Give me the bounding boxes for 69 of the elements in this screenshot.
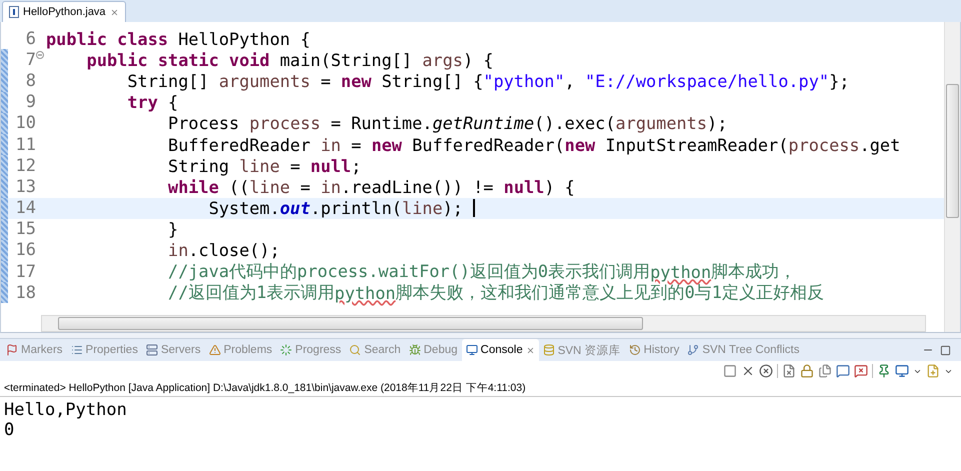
code-line: String[] arguments = new String[] {"python", "E://workspace/hello.py"}; (126, 70, 850, 91)
code-line: String line = null; (167, 156, 362, 176)
panel-tab[interactable]: Debug (404, 339, 462, 361)
code-line: } (167, 219, 178, 240)
line-number: 14 (14, 198, 36, 218)
horizontal-scrollbar[interactable] (41, 315, 926, 332)
text-cursor (473, 199, 475, 218)
history-icon (628, 344, 641, 356)
square-icon[interactable] (723, 364, 737, 378)
line-number: 18 (14, 282, 36, 303)
panel-tab[interactable]: Search (345, 339, 405, 361)
pin-icon[interactable] (877, 364, 891, 378)
monitor-icon (466, 344, 478, 356)
bug-icon (408, 344, 421, 356)
vertical-scrollbar[interactable] (944, 22, 960, 332)
close-icon[interactable] (110, 8, 119, 16)
code-line: while ((line = in.readLine()) != null) { (167, 176, 575, 197)
close-icon[interactable] (741, 364, 755, 378)
code-line: BufferedReader in = new BufferedReader(new InputStreamReader(process.get (167, 134, 900, 155)
panel-tab[interactable]: Markers (2, 339, 67, 361)
line-number: 9 (24, 92, 36, 112)
line-number: 17 (14, 262, 36, 282)
line-number: 16 (14, 240, 36, 260)
file-icon (9, 6, 19, 18)
panel-tab[interactable]: SVN Tree Conflicts (683, 339, 804, 361)
line-number: 13 (14, 176, 36, 197)
search-icon (349, 344, 362, 356)
code-line: Process process = Runtime.getRuntime().exec(arguments); (167, 113, 728, 134)
panel-tab[interactable]: Servers (142, 339, 205, 361)
line-number: 10 (14, 113, 36, 134)
code-line: public static void main(String[] args) { (86, 50, 494, 70)
console-output: 0 (4, 420, 16, 440)
panel-tab[interactable]: Progress (276, 339, 346, 361)
line-number: 15 (14, 219, 36, 240)
line-number: 6 (24, 28, 36, 49)
code-line: public class HelloPython { (46, 28, 310, 49)
code-line: //返回值为1表示调用python脚本失败，这和我们通常意义上见到的0与1定义正好相反 (167, 282, 824, 304)
maximize-icon[interactable] (940, 344, 951, 356)
code-line: try { (126, 92, 178, 112)
close-all-icon[interactable] (759, 364, 773, 378)
panel-tab[interactable]: Console (462, 339, 539, 361)
flag-icon (6, 344, 18, 356)
server-icon (146, 344, 158, 356)
files-icon[interactable] (818, 364, 832, 378)
warning-icon (208, 344, 221, 356)
message-icon[interactable] (836, 364, 850, 378)
fold-icon[interactable] (36, 50, 44, 59)
close-icon[interactable] (526, 346, 535, 354)
line-number: 12 (14, 156, 36, 176)
panel-tab[interactable]: History (624, 339, 684, 361)
panel-tab[interactable]: SVN 资源库 (538, 339, 625, 361)
line-number: 7 (24, 50, 36, 70)
branch-icon (687, 344, 700, 356)
console-status: <terminated> HelloPython [Java Application] D:\Java\jdk1.8.0_181\bin\javaw.exe (2018年11月22日 下午4:11:03) (0, 381, 961, 397)
panel-tab[interactable]: Properties (66, 339, 142, 361)
message-x-icon[interactable] (854, 364, 868, 378)
code-line: in.close(); (167, 240, 280, 260)
progress-icon (280, 344, 292, 356)
editor-tab[interactable]: HelloPython.java (2, 1, 126, 22)
line-number: 8 (24, 70, 36, 91)
panel-tab[interactable]: Problems (204, 339, 276, 361)
database-icon (542, 344, 555, 356)
console-output: Hello,Python (4, 400, 128, 420)
monitor-icon[interactable] (895, 364, 909, 378)
line-number: 11 (14, 134, 36, 155)
code-line: System.out.println(line); (46, 198, 475, 218)
code-line: //java代码中的process.waitFor()返回值为0表示我们调用python脚本成功， (167, 260, 796, 284)
lock-icon[interactable] (800, 364, 814, 378)
file-x-icon[interactable] (782, 364, 796, 378)
